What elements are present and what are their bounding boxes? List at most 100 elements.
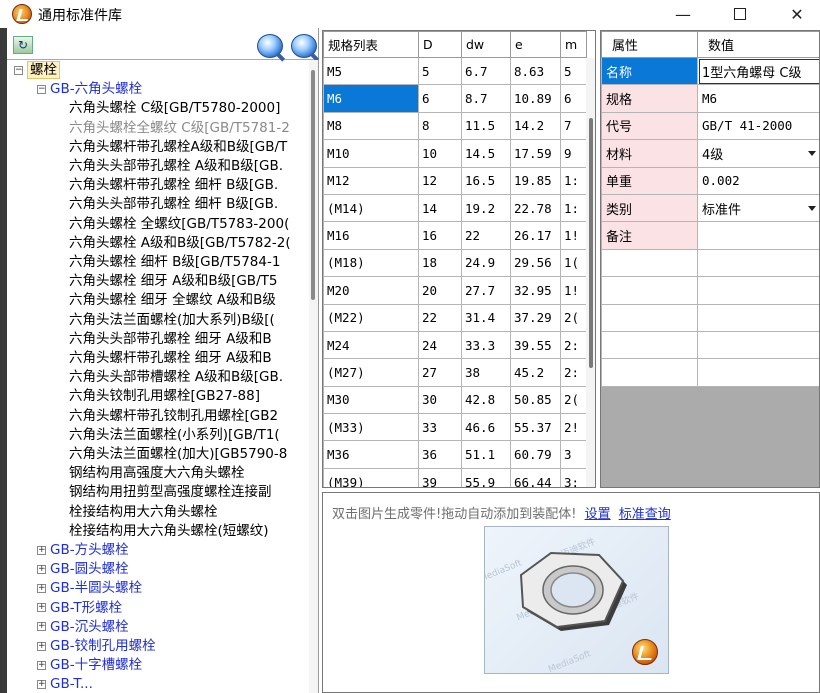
spec-size-cell[interactable]: (M14): [323, 193, 419, 223]
spec-value-cell[interactable]: 2!: [560, 413, 587, 442]
spec-row[interactable]: M30 30 42.8 50.85 2(: [323, 385, 587, 415]
spec-value-cell[interactable]: 27.7: [461, 276, 511, 305]
spec-value-cell[interactable]: 55.9: [461, 467, 511, 487]
spec-column-header[interactable]: e: [510, 31, 561, 58]
category-tree[interactable]: − 螺栓 − GB-六角头螺栓 六角头螺栓 C级[GB/T5780-2000] 六角头螺栓…: [7, 60, 310, 693]
expand-icon[interactable]: +: [37, 641, 46, 651]
spec-value-cell[interactable]: 24.9: [461, 248, 511, 278]
spec-row[interactable]: (M14) 14 19.2 22.78 1:: [323, 193, 587, 223]
spec-row[interactable]: M6 6 8.7 10.89 6: [323, 84, 587, 113]
spec-size-cell[interactable]: (M39): [323, 467, 419, 487]
spec-value-cell[interactable]: 36: [418, 440, 462, 469]
tree-item[interactable]: 六角头螺栓 细牙 全螺纹 A级和B级: [69, 291, 276, 310]
collapse-icon[interactable]: −: [37, 84, 46, 94]
property-value-field[interactable]: M6: [697, 84, 819, 113]
spec-value-cell[interactable]: 2(: [560, 385, 587, 415]
spec-row[interactable]: M10 10 14.5 17.59 9: [323, 139, 587, 168]
tree-item[interactable]: 六角头螺杆带孔铰制孔用螺栓[GB2: [69, 407, 278, 426]
spec-value-cell[interactable]: 14.5: [461, 139, 511, 168]
spec-row[interactable]: (M33) 33 46.6 55.37 2!: [323, 413, 587, 442]
spec-size-cell[interactable]: M5: [323, 56, 419, 86]
property-row[interactable]: 名称 1型六角螺母 C级: [601, 56, 819, 86]
spec-value-cell[interactable]: 8: [418, 111, 462, 141]
spec-size-cell[interactable]: M24: [323, 330, 419, 360]
spec-value-cell[interactable]: 50.85: [510, 385, 561, 415]
property-row[interactable]: 备注: [601, 221, 819, 250]
spec-row[interactable]: M24 24 33.3 39.55 2:: [323, 330, 587, 360]
spec-value-cell[interactable]: 6.7: [461, 56, 511, 86]
tree-item[interactable]: 六角头螺栓 细牙 A级和B级[GB/T5: [69, 272, 277, 291]
spec-value-cell[interactable]: 1(: [560, 248, 587, 278]
property-row[interactable]: 类别 标准件: [601, 193, 819, 223]
spec-value-cell[interactable]: 55.37: [510, 413, 561, 442]
spec-vertical-scrollbar[interactable]: [586, 58, 595, 487]
spec-value-cell[interactable]: 27: [418, 358, 462, 387]
spec-size-cell[interactable]: M16: [323, 221, 419, 250]
spec-value-cell[interactable]: 22.78: [510, 193, 561, 223]
spec-size-cell[interactable]: M6: [323, 84, 419, 113]
spec-row[interactable]: (M18) 18 24.9 29.56 1(: [323, 248, 587, 278]
tree-group-node[interactable]: + GB-T...: [37, 675, 93, 693]
spec-value-cell[interactable]: 8.63: [510, 56, 561, 86]
property-value-field[interactable]: 0.002: [697, 166, 819, 195]
property-value-field[interactable]: [697, 221, 819, 250]
expand-icon[interactable]: +: [37, 603, 46, 613]
spec-row[interactable]: M12 12 16.5 19.85 1:: [323, 166, 587, 195]
spec-value-cell[interactable]: 60.79: [510, 440, 561, 469]
spec-value-cell[interactable]: 14.2: [510, 111, 561, 141]
property-value-field[interactable]: 1型六角螺母 C级: [697, 56, 819, 86]
tree-group-node[interactable]: + GB-半圆头螺栓: [37, 579, 142, 598]
spec-value-cell[interactable]: 5: [418, 56, 462, 86]
tree-item[interactable]: 栓接结构用大六角头螺栓: [69, 503, 218, 522]
spec-size-cell[interactable]: (M33): [323, 413, 419, 442]
spec-value-cell[interactable]: 45.2: [510, 358, 561, 387]
tree-group-node[interactable]: − GB-六角头螺栓: [37, 80, 142, 99]
expand-icon[interactable]: +: [37, 564, 46, 574]
spec-value-cell[interactable]: 19.85: [510, 166, 561, 195]
dropdown-arrow-icon[interactable]: [808, 151, 816, 157]
maximize-button[interactable]: [717, 0, 763, 28]
tree-item[interactable]: 六角头法兰面螺栓(小系列)[GB/T1(: [69, 426, 280, 445]
spec-row[interactable]: M20 20 27.7 32.95 1!: [323, 276, 587, 305]
minimize-button[interactable]: —: [660, 0, 706, 28]
spec-value-cell[interactable]: 6: [418, 84, 462, 113]
spec-value-cell[interactable]: 51.1: [461, 440, 511, 469]
property-row[interactable]: 材料 4级: [601, 139, 819, 168]
expand-icon[interactable]: +: [37, 660, 46, 670]
spec-value-cell[interactable]: 10.89: [510, 84, 561, 113]
spec-value-cell[interactable]: 10: [418, 139, 462, 168]
property-row[interactable]: 规格 M6: [601, 84, 819, 113]
tree-item[interactable]: 钢结构用高强度大六角头螺栓: [69, 464, 245, 483]
spec-row[interactable]: (M27) 27 38 45.2 2:: [323, 358, 587, 387]
spec-value-cell[interactable]: 29.56: [510, 248, 561, 278]
spec-value-cell[interactable]: 26.17: [510, 221, 561, 250]
part-preview-image[interactable]: MediaSoft 迈迪软件 MediaSoft 迈迪软件 MediaSoft: [484, 526, 669, 674]
search-next-icon-button[interactable]: [291, 34, 317, 58]
spec-value-cell[interactable]: 16: [418, 221, 462, 250]
spec-value-cell[interactable]: 12: [418, 166, 462, 195]
spec-value-cell[interactable]: 6: [560, 84, 587, 113]
collapse-icon[interactable]: −: [14, 65, 23, 75]
spec-row[interactable]: M36 36 51.1 60.79 3: [323, 440, 587, 469]
search-icon-button[interactable]: [257, 34, 283, 58]
spec-value-cell[interactable]: 2(: [560, 303, 587, 332]
tree-group-node[interactable]: + GB-铰制孔用螺栓: [37, 637, 156, 656]
tree-item[interactable]: 六角头螺杆带孔螺栓 细牙 A级和B: [69, 349, 272, 368]
tree-group-node[interactable]: + GB-十字槽螺栓: [37, 656, 142, 675]
spec-size-cell[interactable]: M8: [323, 111, 419, 141]
property-value-field[interactable]: GB/T 41-2000: [697, 111, 819, 141]
spec-size-cell[interactable]: M36: [323, 440, 419, 469]
spec-value-cell[interactable]: 9: [560, 139, 587, 168]
spec-value-cell[interactable]: 46.6: [461, 413, 511, 442]
spec-size-cell[interactable]: (M22): [323, 303, 419, 332]
spec-value-cell[interactable]: 14: [418, 193, 462, 223]
spec-row[interactable]: M8 8 11.5 14.2 7: [323, 111, 587, 141]
spec-value-cell[interactable]: 8.7: [461, 84, 511, 113]
property-value-dropdown[interactable]: 标准件: [697, 193, 819, 223]
spec-value-cell[interactable]: 31.4: [461, 303, 511, 332]
spec-value-cell[interactable]: 1!: [560, 276, 587, 305]
spec-column-header[interactable]: D: [418, 31, 462, 58]
spec-value-cell[interactable]: 11.5: [461, 111, 511, 141]
expand-icon[interactable]: +: [37, 583, 46, 593]
spec-value-cell[interactable]: 5: [560, 56, 587, 86]
